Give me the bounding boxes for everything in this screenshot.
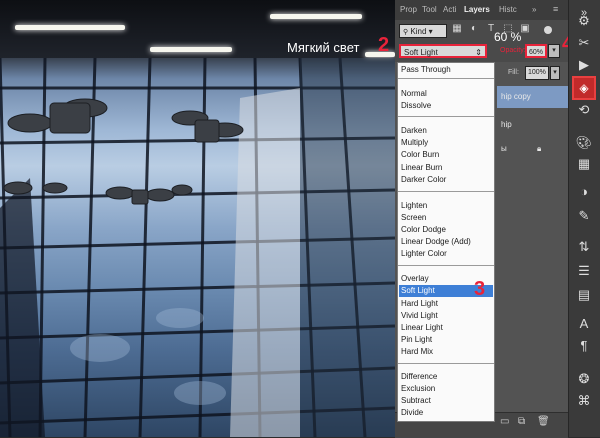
blend-mode-select[interactable]: Soft Light ⇕ <box>399 44 487 58</box>
tab-properties[interactable]: Prop <box>400 5 417 14</box>
history-icon[interactable]: ⟲ <box>574 101 594 119</box>
tab-layers[interactable]: Layers <box>464 5 490 14</box>
annotation-opacity-note: 60 % <box>494 30 522 44</box>
paths-icon[interactable]: ⇅ <box>574 238 594 256</box>
menu-item-pin-light[interactable]: Pin Light <box>401 335 432 344</box>
canvas-photo <box>0 0 395 437</box>
menu-item-multiply[interactable]: Multiply <box>401 138 428 147</box>
menu-item-overlay[interactable]: Overlay <box>401 274 429 283</box>
menu-item-hard-mix[interactable]: Hard Mix <box>401 347 433 356</box>
menu-item-screen[interactable]: Screen <box>401 213 426 222</box>
menu-item-lighter-color[interactable]: Lighter Color <box>401 249 447 258</box>
menu-separator <box>398 116 494 117</box>
layer-row[interactable]: hip copy <box>497 86 568 108</box>
menu-item-darken[interactable]: Darken <box>401 126 427 135</box>
fill-label: Fill: <box>508 69 519 76</box>
panel-menu-icon[interactable]: ≡ <box>553 4 558 14</box>
menu-item-divide[interactable]: Divide <box>401 408 423 417</box>
menu-separator <box>398 191 494 192</box>
info-icon[interactable]: ▤ <box>574 286 594 304</box>
color-icon[interactable]: 🎨︎ <box>574 134 594 152</box>
opacity-slider-button[interactable]: ▾ <box>548 44 560 58</box>
layer-row[interactable]: hip <box>497 114 568 136</box>
menu-separator <box>398 265 494 266</box>
menu-item-pass-through[interactable]: Pass Through <box>401 65 451 74</box>
ceiling-lamp <box>15 25 125 30</box>
menu-item-linear-dodge[interactable]: Linear Dodge (Add) <box>401 237 471 246</box>
menu-item-dissolve[interactable]: Dissolve <box>401 101 431 110</box>
paragraph-icon[interactable]: ¶ <box>574 337 594 355</box>
glass-roof-illustration <box>0 58 395 437</box>
annotation-label-ru: Мягкий свет <box>287 40 360 55</box>
layer-row[interactable]: ы 🔒︎ <box>497 138 568 160</box>
annotation-step-2: 2 <box>378 34 390 56</box>
menu-separator <box>398 78 494 79</box>
tab-history[interactable]: Histc <box>499 5 517 14</box>
layers-icon[interactable]: ◈ <box>572 76 596 100</box>
chevron-down-icon: ⇕ <box>475 48 482 57</box>
search-icon: ⚲ <box>403 29 409 36</box>
channels-icon[interactable]: ☰ <box>574 262 594 280</box>
smart-object-filter-icon[interactable]: ▣ <box>520 23 530 35</box>
tab-actions[interactable]: Acti <box>443 5 456 14</box>
blend-mode-value: Soft Light <box>404 48 438 57</box>
swatches-icon[interactable]: ▦ <box>574 155 594 173</box>
menu-item-hard-light[interactable]: Hard Light <box>401 299 438 308</box>
3d-icon[interactable]: ❂ <box>574 370 594 388</box>
tab-tool-presets[interactable]: Tool <box>422 5 437 14</box>
lock-icon: 🔒︎ <box>537 144 542 153</box>
filter-toggle-icon[interactable] <box>544 26 552 34</box>
tool-options-icon[interactable]: ✂ <box>574 34 594 52</box>
adjustment-filter-icon[interactable]: ◐ <box>469 23 479 35</box>
trash-icon[interactable]: 🗑︎ <box>537 416 550 427</box>
layer-name: ы <box>501 144 507 153</box>
opacity-input[interactable]: 60% <box>525 44 547 58</box>
menu-item-linear-burn[interactable]: Linear Burn <box>401 163 442 172</box>
new-layer-icon[interactable]: ⧉ <box>518 416 525 427</box>
menu-separator <box>398 363 494 364</box>
adjustments-icon[interactable]: ◑ <box>574 183 594 201</box>
ceiling-lamp <box>270 14 362 19</box>
menu-item-soft-light[interactable]: Soft Light <box>401 286 435 295</box>
layer-name: hip <box>501 120 512 129</box>
layer-name: hip copy <box>501 92 531 101</box>
menu-item-linear-light[interactable]: Linear Light <box>401 323 443 332</box>
blend-mode-menu: Pass Through Normal Dissolve Darken Mult… <box>397 62 495 422</box>
menu-item-normal[interactable]: Normal <box>401 89 427 98</box>
styles-icon[interactable]: ✎ <box>574 207 594 225</box>
play-icon[interactable]: ▶ <box>574 56 594 74</box>
new-group-icon[interactable]: ▭ <box>500 416 509 427</box>
menu-item-subtract[interactable]: Subtract <box>401 396 431 405</box>
ceiling-lamp <box>150 47 232 52</box>
fill-slider-button[interactable]: ▾ <box>550 66 560 80</box>
menu-item-lighten[interactable]: Lighten <box>401 201 427 210</box>
tabs-overflow-icon[interactable]: » <box>532 5 536 14</box>
character-icon[interactable]: A <box>574 315 594 333</box>
kind-filter-select[interactable]: ⚲ Kind ▾ <box>399 24 447 38</box>
annotation-step-3: 3 <box>474 278 486 300</box>
menu-item-vivid-light[interactable]: Vivid Light <box>401 311 438 320</box>
menu-item-color-burn[interactable]: Color Burn <box>401 150 439 159</box>
brush-presets-icon[interactable]: ⚙ <box>574 12 594 30</box>
timeline-icon[interactable]: ⌘ <box>574 392 594 410</box>
pixel-filter-icon[interactable]: ▦ <box>452 23 462 35</box>
menu-item-darker-color[interactable]: Darker Color <box>401 175 446 184</box>
kind-label: Kind <box>410 27 427 36</box>
menu-item-exclusion[interactable]: Exclusion <box>401 384 435 393</box>
menu-item-color-dodge[interactable]: Color Dodge <box>401 225 446 234</box>
opacity-label: Opacity: <box>500 47 526 54</box>
fill-input[interactable]: 100% <box>525 66 549 80</box>
menu-item-difference[interactable]: Difference <box>401 372 437 381</box>
